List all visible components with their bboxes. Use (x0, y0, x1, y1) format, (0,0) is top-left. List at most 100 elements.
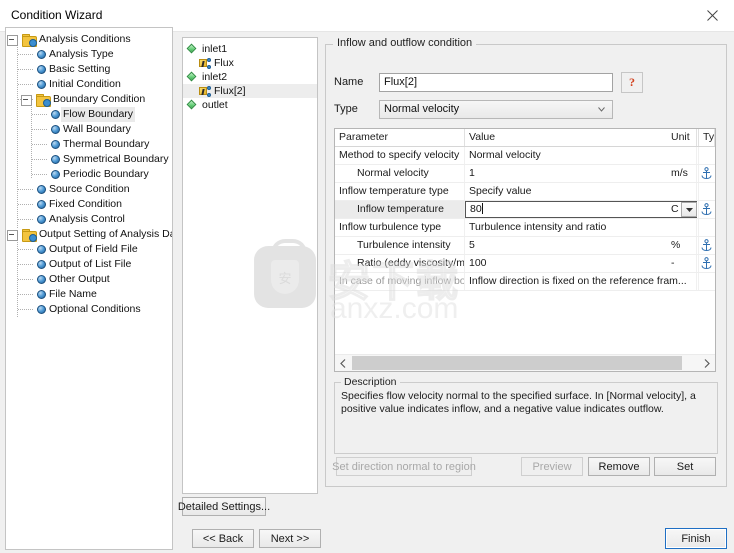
cell-value[interactable]: 1 (465, 165, 697, 182)
anchor-icon[interactable] (700, 167, 713, 180)
column-header-unit[interactable]: Unit (667, 129, 699, 146)
chevron-right-icon[interactable] (699, 355, 715, 371)
table-row[interactable]: Ratio (eddy viscosity/mol...100- (335, 255, 715, 273)
cell-unit[interactable]: % (667, 237, 699, 254)
column-header-value[interactable]: Value (465, 129, 697, 146)
cell-type[interactable] (699, 255, 715, 272)
tree-item-symmetrical-boundary[interactable]: Symmetrical Boundary (6, 152, 172, 167)
cell-value[interactable]: Inflow direction is fixed on the referen… (465, 273, 697, 290)
cell-parameter[interactable]: Inflow turbulence type (335, 219, 465, 236)
finish-button[interactable]: Finish (665, 528, 727, 549)
analysis-conditions-tree[interactable]: Analysis Conditions Analysis Type Basic Se… (5, 27, 173, 550)
tree-item-file-name[interactable]: File Name (6, 287, 172, 302)
cell-parameter[interactable]: Normal velocity (335, 165, 465, 182)
table-row[interactable]: Normal velocity 1 m/s (335, 165, 715, 183)
scrollbar-thumb[interactable] (352, 356, 682, 370)
node-sphere-icon (37, 305, 46, 314)
cell-type[interactable] (699, 147, 715, 164)
tree-item-analysis-conditions[interactable]: Analysis Conditions (6, 32, 172, 47)
table-row[interactable]: Inflow temperature type Specify value (335, 183, 715, 201)
cell-value-text: 80 (470, 203, 482, 215)
cell-unit[interactable] (667, 183, 699, 200)
horizontal-scrollbar[interactable] (335, 354, 715, 371)
tree-item-other-output[interactable]: Other Output (6, 272, 172, 287)
tree-item-initial-condition[interactable]: Initial Condition (6, 77, 172, 92)
cell-unit[interactable] (667, 273, 699, 290)
close-icon[interactable] (690, 0, 734, 30)
cell-unit[interactable]: m/s (667, 165, 699, 182)
inflow-temperature-input[interactable]: 80 (465, 201, 697, 218)
tree-item-source-condition[interactable]: Source Condition (6, 182, 172, 197)
tree-item-analysis-type[interactable]: Analysis Type (6, 47, 172, 62)
list-item[interactable]: outlet (183, 98, 317, 112)
column-header-typ[interactable]: Typ (699, 129, 715, 146)
table-row[interactable]: Turbulence intensity 5% (335, 237, 715, 255)
table-row[interactable]: Inflow turbulence type Turbulence intensi… (335, 219, 715, 237)
cell-parameter[interactable]: Ratio (eddy viscosity/mol... (335, 255, 465, 272)
type-select[interactable]: Normal velocity (379, 100, 613, 119)
cell-parameter[interactable]: In case of moving inflow bou... (335, 273, 465, 290)
table-row[interactable]: Inflow temperature 80 C (335, 201, 715, 219)
list-item[interactable]: Flux[2] (183, 84, 317, 98)
cell-unit[interactable] (667, 219, 699, 236)
column-header-parameter[interactable]: Parameter (335, 129, 465, 146)
tree-item-output-of-list-file[interactable]: Output of List File (6, 257, 172, 272)
tree-expander-icon[interactable] (21, 95, 32, 106)
tree-connector-line (18, 279, 34, 280)
flux-icon (199, 58, 211, 69)
preview-button[interactable]: Preview (521, 457, 583, 476)
cell-type[interactable] (699, 273, 715, 290)
cell-value[interactable]: Turbulence intensity and ratio (465, 219, 697, 236)
cell-parameter[interactable]: Method to specify velocity (335, 147, 465, 164)
cell-parameter[interactable]: Inflow temperature type (335, 183, 465, 200)
name-input[interactable]: Flux[2] (379, 73, 613, 92)
detailed-settings-button[interactable]: Detailed Settings... (178, 497, 270, 516)
cell-unit[interactable] (667, 147, 699, 164)
tree-item-periodic-boundary[interactable]: Periodic Boundary (6, 167, 172, 182)
cell-value[interactable]: Specify value (465, 183, 697, 200)
anchor-icon[interactable] (700, 203, 713, 216)
list-item[interactable]: Flux (183, 56, 317, 70)
set-button[interactable]: Set (654, 457, 716, 476)
help-icon[interactable]: ? (621, 72, 643, 93)
anchor-icon[interactable] (700, 239, 713, 252)
cell-type[interactable] (699, 237, 715, 254)
anchor-icon[interactable] (700, 257, 713, 270)
set-direction-normal-button[interactable]: Set direction normal to region (332, 457, 476, 476)
cell-type[interactable] (699, 183, 715, 200)
type-select-value: Normal velocity (384, 103, 460, 115)
back-button[interactable]: << Back (192, 529, 254, 548)
tree-item-thermal-boundary[interactable]: Thermal Boundary (6, 137, 172, 152)
list-item[interactable]: inlet1 (183, 42, 317, 56)
tree-item-boundary-condition[interactable]: Boundary Condition (6, 92, 172, 107)
cell-value[interactable]: 5 (465, 237, 697, 254)
tree-item-flow-boundary[interactable]: Flow Boundary (6, 107, 172, 122)
tree-expander-icon[interactable] (7, 35, 18, 46)
cell-parameter[interactable]: Inflow temperature (335, 201, 465, 218)
next-button[interactable]: Next >> (259, 529, 321, 548)
tree-item-analysis-control[interactable]: Analysis Control (6, 212, 172, 227)
cell-parameter[interactable]: Turbulence intensity (335, 237, 465, 254)
cell-type[interactable] (699, 165, 715, 182)
tree-expander-icon[interactable] (7, 230, 18, 241)
tree-item-optional-conditions[interactable]: Optional Conditions (6, 302, 172, 317)
cell-type[interactable] (699, 219, 715, 236)
tree-item-basic-setting[interactable]: Basic Setting (6, 62, 172, 77)
chevron-left-icon[interactable] (335, 355, 351, 371)
tree-item-fixed-condition[interactable]: Fixed Condition (6, 197, 172, 212)
cell-type[interactable] (699, 201, 715, 218)
table-row[interactable]: In case of moving inflow bou...Inflow di… (335, 273, 715, 291)
remove-button[interactable]: Remove (588, 457, 650, 476)
cell-value[interactable]: 100 (465, 255, 697, 272)
table-body[interactable]: Method to specify velocity Normal velocit… (335, 147, 715, 291)
table-row[interactable]: Method to specify velocity Normal velocit… (335, 147, 715, 165)
tree-item-output-setting-of-analysis-data[interactable]: Output Setting of Analysis Data (6, 227, 172, 242)
cell-unit[interactable]: - (667, 255, 699, 272)
cell-value[interactable]: Normal velocity (465, 147, 697, 164)
region-condition-list[interactable]: inlet1 Flux inlet2 Flux[2] outlet (182, 37, 318, 494)
tree-item-output-of-field-file[interactable]: Output of Field File (6, 242, 172, 257)
tree-item-wall-boundary[interactable]: Wall Boundary (6, 122, 172, 137)
list-item[interactable]: inlet2 (183, 70, 317, 84)
parameter-table[interactable]: ParameterValueUnitTyp Method to specify … (334, 128, 716, 372)
unit-dropdown-icon[interactable] (681, 202, 697, 217)
